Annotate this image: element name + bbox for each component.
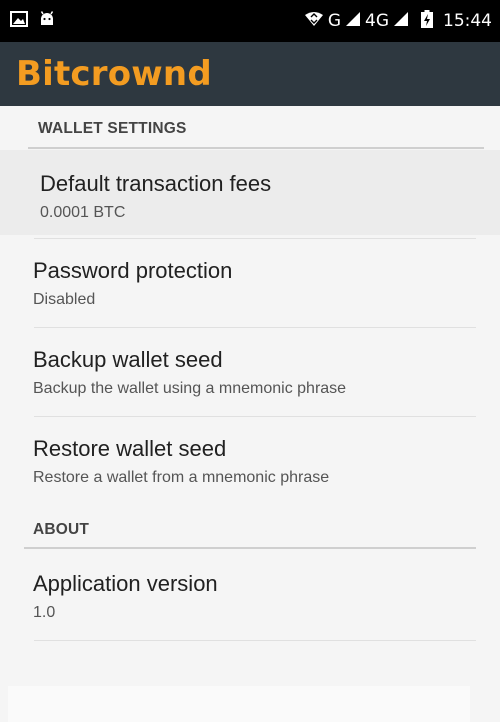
list-divider [34,327,476,328]
pref-summary: Restore a wallet from a mnemonic phrase [33,469,330,486]
image-icon [10,10,28,32]
status-bar: G 4G 15:44 [0,0,500,42]
clock: 15:44 [443,11,492,31]
app-bar: Bitcrownd [0,42,500,106]
list-divider [34,640,476,641]
pref-default-transaction-fees[interactable]: Default transaction fees 0.0001 BTC [0,150,500,235]
pref-summary: 0.0001 BTC [40,204,126,221]
status-bar-right: G 4G 15:44 [304,9,492,33]
pref-title: Backup wallet seed [33,347,223,372]
network-type-2: 4G [365,11,389,31]
brand-logo-title: Bitcrownd [16,54,212,94]
list-divider [34,238,476,239]
pref-summary: Backup the wallet using a mnemonic phras… [33,380,347,397]
android-icon [38,10,56,33]
section-header-about: ABOUT [33,521,90,538]
section-divider [28,147,484,149]
pref-password-protection[interactable]: Password protection Disabled [0,240,500,326]
pref-title: Default transaction fees [40,171,272,196]
pref-title: Application version [33,571,218,596]
signal-icon [393,11,409,32]
battery-charging-icon [421,9,433,33]
status-bar-left [10,10,56,33]
section-header-wallet-settings: WALLET SETTINGS [38,120,187,137]
pref-summary: 1.0 [33,604,56,621]
pref-title: Restore wallet seed [33,436,227,461]
bottom-panel [8,686,470,722]
list-divider [34,416,476,417]
pref-summary: Disabled [33,291,96,308]
section-divider [24,547,476,549]
signal-icon [345,11,361,32]
network-type-1: G [327,11,341,31]
pref-backup-wallet-seed[interactable]: Backup wallet seed Backup the wallet usi… [0,329,500,415]
pref-title: Password protection [33,258,233,283]
wifi-data-icon [304,11,324,32]
pref-application-version[interactable]: Application version 1.0 [0,551,500,639]
pref-restore-wallet-seed[interactable]: Restore wallet seed Restore a wallet fro… [0,418,500,504]
